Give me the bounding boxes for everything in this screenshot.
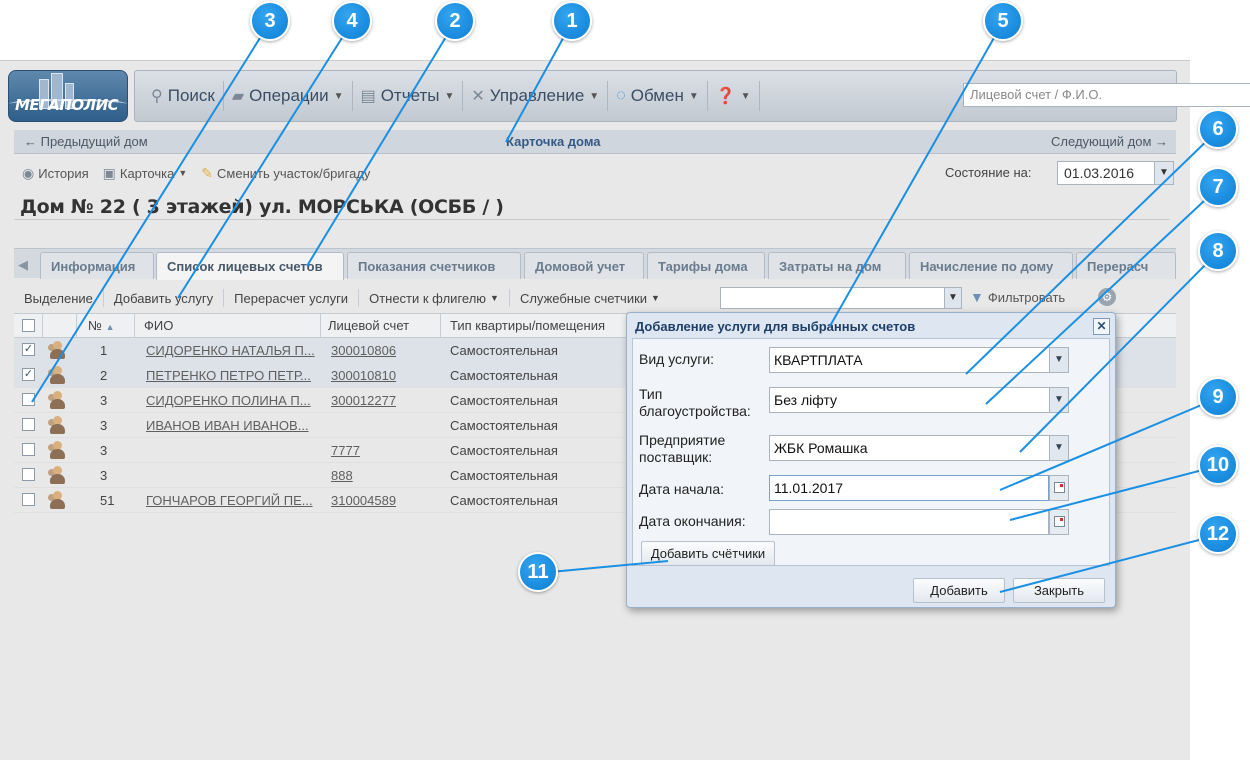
callout-7: 7 (1198, 167, 1238, 207)
callout-10: 10 (1198, 445, 1238, 485)
callout-12: 12 (1198, 514, 1238, 554)
callout-5: 5 (983, 1, 1023, 41)
callout-4: 4 (332, 1, 372, 41)
callout-9: 9 (1198, 377, 1238, 417)
callout-3: 3 (250, 1, 290, 41)
callout-6: 6 (1198, 109, 1238, 149)
callout-11: 11 (518, 552, 558, 592)
callout-1: 1 (552, 1, 592, 41)
callout-2: 2 (435, 1, 475, 41)
callout-8: 8 (1198, 231, 1238, 271)
callout-lines (31, 21, 1219, 593)
